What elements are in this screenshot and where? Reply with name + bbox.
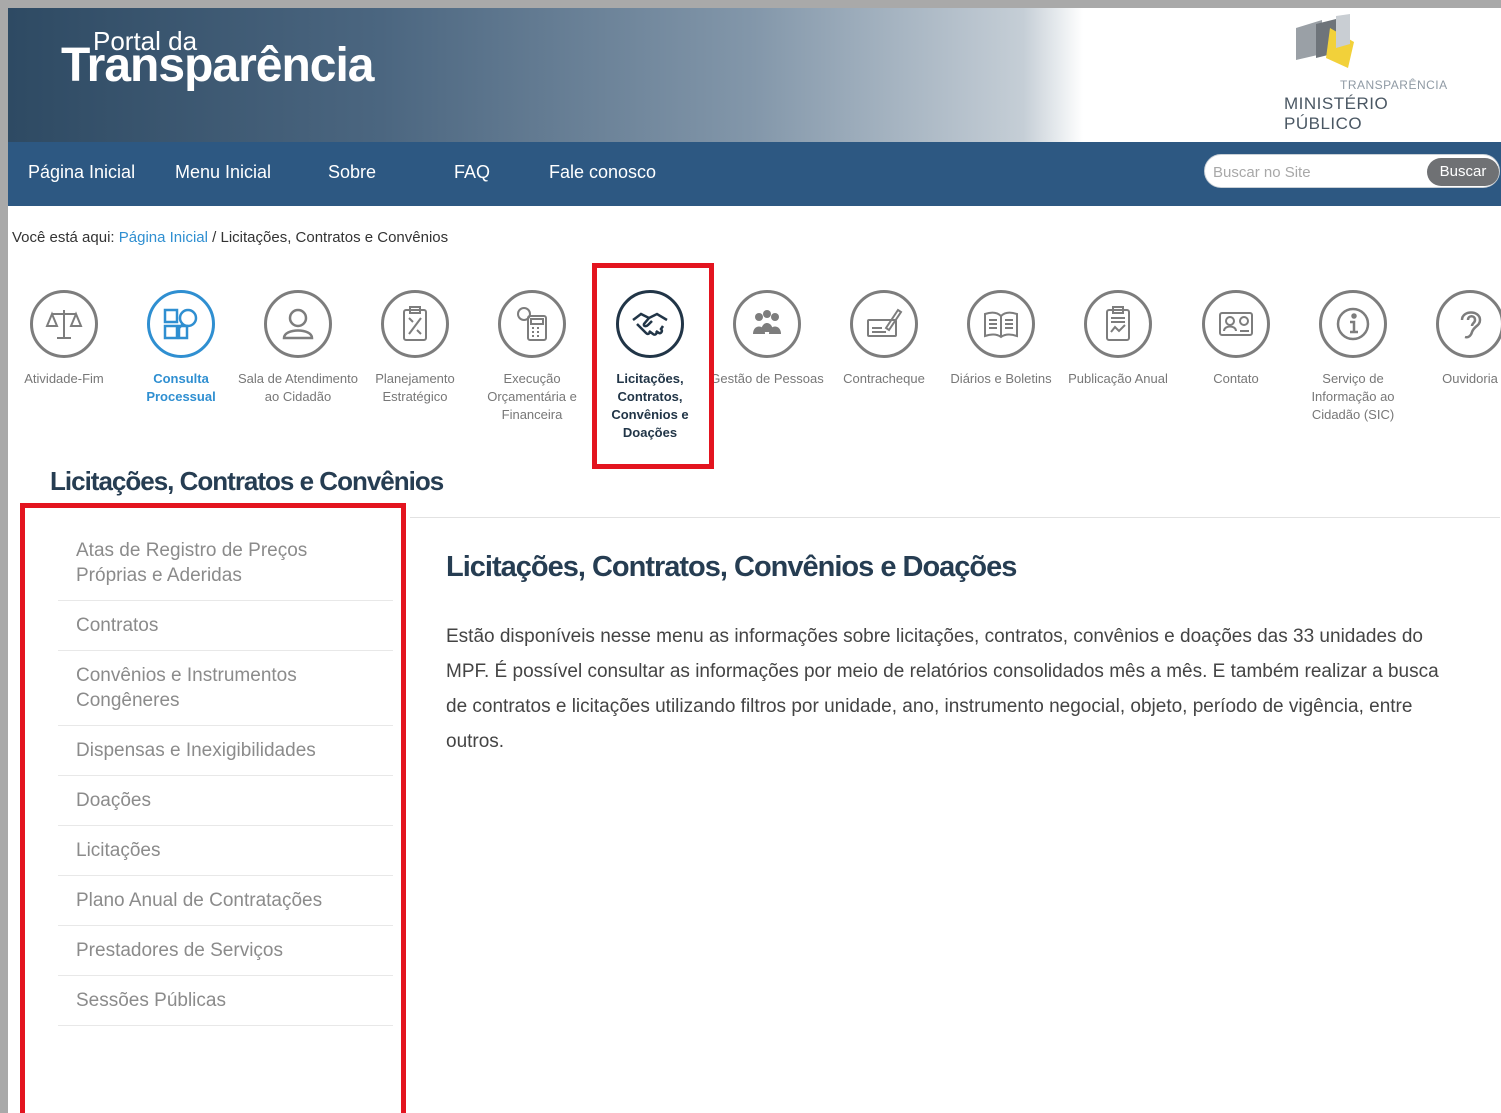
icon-nav-diarios-boletins[interactable]: Diários e Boletins	[941, 290, 1061, 388]
icon-nav-execucao-orcamentaria[interactable]: Execução Orçamentária e Financeira	[472, 290, 592, 424]
icon-nav-ouvidoria[interactable]: Ouvidoria	[1410, 290, 1501, 388]
breadcrumb-home-link[interactable]: Página Inicial	[119, 229, 208, 246]
icon-label: Contracheque	[843, 371, 925, 386]
icon-label: Planejamento Estratégico	[375, 371, 455, 404]
content-text: Estão disponíveis nesse menu as informaç…	[446, 626, 1439, 752]
mpf-logo-title: MINISTÉRIO PÚBLICO	[1284, 94, 1389, 133]
icon-label: Execução Orçamentária e Financeira	[487, 371, 577, 422]
site-header: Portal da Transparência TRANSPARÊNCIA MI…	[8, 8, 1501, 142]
icon-label: Ouvidoria	[1442, 371, 1498, 386]
icon-label: Diários e Boletins	[950, 371, 1052, 386]
icon-nav-atividade-fim[interactable]: Atividade-Fim	[8, 290, 124, 388]
search-box: Buscar	[1204, 154, 1500, 188]
icon-nav-gestao-pessoas[interactable]: Gestão de Pessoas	[707, 290, 827, 388]
process-search-icon	[147, 290, 215, 358]
nav-item-sobre[interactable]: Sobre	[328, 162, 376, 183]
icon-nav-sala-atendimento[interactable]: Sala de Atendimento ao Cidadão	[238, 290, 358, 406]
breadcrumb-current: Licitações, Contratos e Convênios	[220, 229, 449, 246]
nav-item-faq[interactable]: FAQ	[454, 162, 490, 183]
search-input[interactable]	[1213, 161, 1423, 183]
highlight-box-icon	[592, 263, 714, 469]
mpf-logo-graphic-icon	[1296, 14, 1354, 68]
icon-label: Publicação Anual	[1068, 371, 1168, 386]
calculator-icon	[498, 290, 566, 358]
breadcrumb-prefix: Você está aqui:	[12, 229, 115, 246]
section-title: Licitações, Contratos e Convênios	[50, 466, 444, 496]
icon-nav-planejamento[interactable]: Planejamento Estratégico	[355, 290, 475, 406]
logo-text-big[interactable]: Transparência	[61, 38, 374, 93]
person-icon	[264, 290, 332, 358]
scale-icon	[30, 290, 98, 358]
icon-nav-contato[interactable]: Contato	[1176, 290, 1296, 388]
icon-nav-consulta-processual[interactable]: Consulta Processual	[121, 290, 241, 406]
icon-nav-publicacao-anual[interactable]: Publicação Anual	[1058, 290, 1178, 388]
ear-icon	[1436, 290, 1501, 358]
icon-label: Gestão de Pessoas	[710, 371, 824, 386]
icon-nav-contracheque[interactable]: Contracheque	[824, 290, 944, 388]
document-chart-icon	[1084, 290, 1152, 358]
page: Portal da Transparência TRANSPARÊNCIA MI…	[8, 8, 1501, 1113]
contact-card-icon	[1202, 290, 1270, 358]
icon-label: Atividade-Fim	[24, 371, 104, 386]
people-icon	[733, 290, 801, 358]
book-icon	[967, 290, 1035, 358]
nav-item-pagina-inicial[interactable]: Página Inicial	[28, 162, 135, 183]
icon-label: Sala de Atendimento ao Cidadão	[238, 371, 358, 404]
info-icon	[1319, 290, 1387, 358]
check-pen-icon	[850, 290, 918, 358]
nav-item-menu-inicial[interactable]: Menu Inicial	[175, 162, 271, 183]
nav-item-fale-conosco[interactable]: Fale conosco	[549, 162, 656, 183]
mpf-logo-subtitle: TRANSPARÊNCIA	[1340, 78, 1448, 92]
content-title: Licitações, Contratos, Convênios e Doaçõ…	[446, 551, 1017, 583]
divider	[410, 517, 1500, 518]
breadcrumb: Você está aqui: Página Inicial / Licitaç…	[12, 229, 448, 246]
clipboard-plan-icon	[381, 290, 449, 358]
search-button[interactable]: Buscar	[1427, 158, 1499, 186]
breadcrumb-separator: /	[212, 229, 217, 246]
highlight-box-menu	[20, 503, 406, 1113]
icon-nav-sic[interactable]: Serviço de Informação ao Cidadão (SIC)	[1293, 290, 1413, 424]
icon-label: Consulta Processual	[146, 371, 216, 404]
icon-label: Contato	[1213, 371, 1259, 386]
icon-label: Serviço de Informação ao Cidadão (SIC)	[1311, 371, 1395, 422]
mpf-logo[interactable]: TRANSPARÊNCIA MINISTÉRIO PÚBLICO	[1284, 14, 1464, 133]
